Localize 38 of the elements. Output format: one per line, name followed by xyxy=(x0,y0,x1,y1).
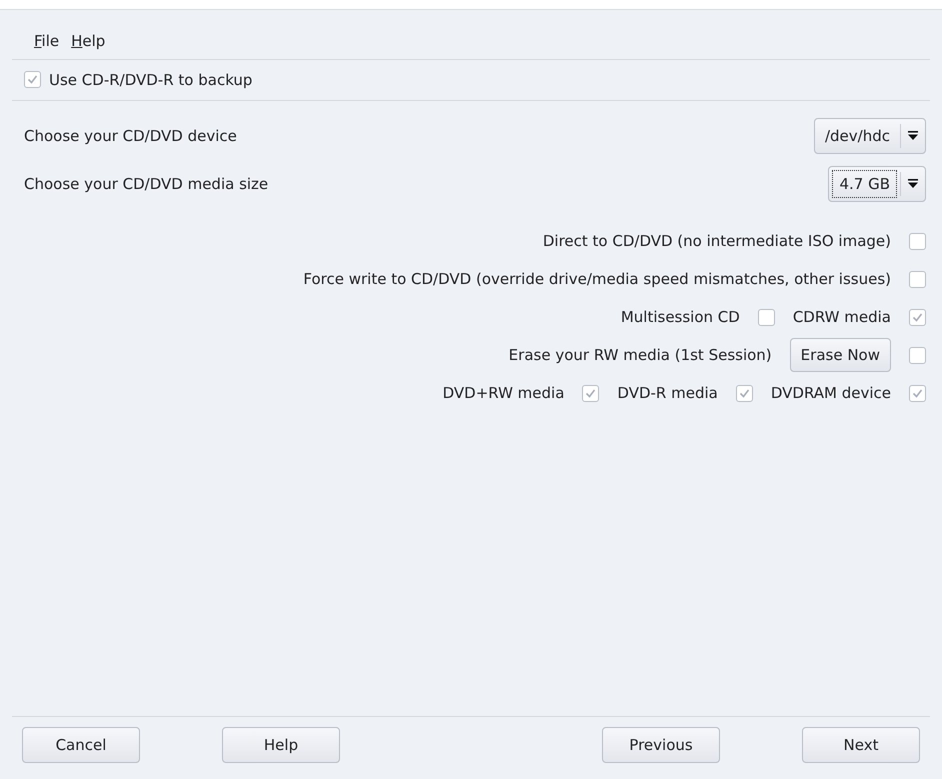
menu-item[interactable]: Help xyxy=(71,30,106,52)
dropdown[interactable]: /dev/hdc xyxy=(814,118,926,154)
erase-now-button[interactable]: Erase Now xyxy=(790,338,891,372)
checkbox[interactable] xyxy=(24,71,41,88)
checkbox[interactable] xyxy=(582,384,600,402)
option-label: CDRW media xyxy=(792,306,891,328)
checkmark-icon xyxy=(27,74,38,86)
option-label: DVDRAM device xyxy=(770,382,891,404)
dropdown-value: 4.7 GB xyxy=(832,170,897,198)
dialog-button[interactable]: Previous xyxy=(602,727,720,763)
checkbox[interactable] xyxy=(736,384,753,402)
dialog-button[interactable]: Help xyxy=(222,727,340,763)
dropdown[interactable]: 4.7 GB xyxy=(828,166,926,202)
menu-item[interactable]: File xyxy=(34,30,60,52)
checkbox-label: Use CD-R/DVD-R to backup xyxy=(49,70,252,90)
option-label: Force write to CD/DVD (override drive/media speed mismatches, other issues) xyxy=(303,268,891,290)
dropdown-arrow-icon xyxy=(907,130,919,142)
checkbox[interactable] xyxy=(909,308,926,326)
field-label: Choose your CD/DVD media size xyxy=(24,174,268,195)
option-label: DVD+RW media xyxy=(442,382,564,404)
dropdown-value: /dev/hdc xyxy=(824,126,891,147)
checkmark-icon xyxy=(912,388,923,398)
dropdown-arrow-icon xyxy=(907,178,919,190)
checkbox[interactable] xyxy=(909,384,926,402)
checkbox[interactable] xyxy=(909,232,926,250)
option-label: Erase your RW media (1st Session) xyxy=(508,344,772,366)
field-label: Choose your CD/DVD device xyxy=(24,126,237,147)
checkmark-icon xyxy=(585,388,596,398)
checkbox[interactable] xyxy=(909,346,926,364)
option-label: Direct to CD/DVD (no intermediate ISO image) xyxy=(542,230,891,252)
checkmark-icon xyxy=(738,388,750,398)
checkmark-icon xyxy=(912,312,923,322)
option-label: DVD-R media xyxy=(617,382,718,404)
dialog-button[interactable]: Cancel xyxy=(22,727,140,763)
option-label: Multisession CD xyxy=(620,306,740,328)
checkbox[interactable] xyxy=(758,308,775,326)
dialog-button[interactable]: Next xyxy=(802,727,920,763)
checkbox[interactable] xyxy=(909,270,926,288)
